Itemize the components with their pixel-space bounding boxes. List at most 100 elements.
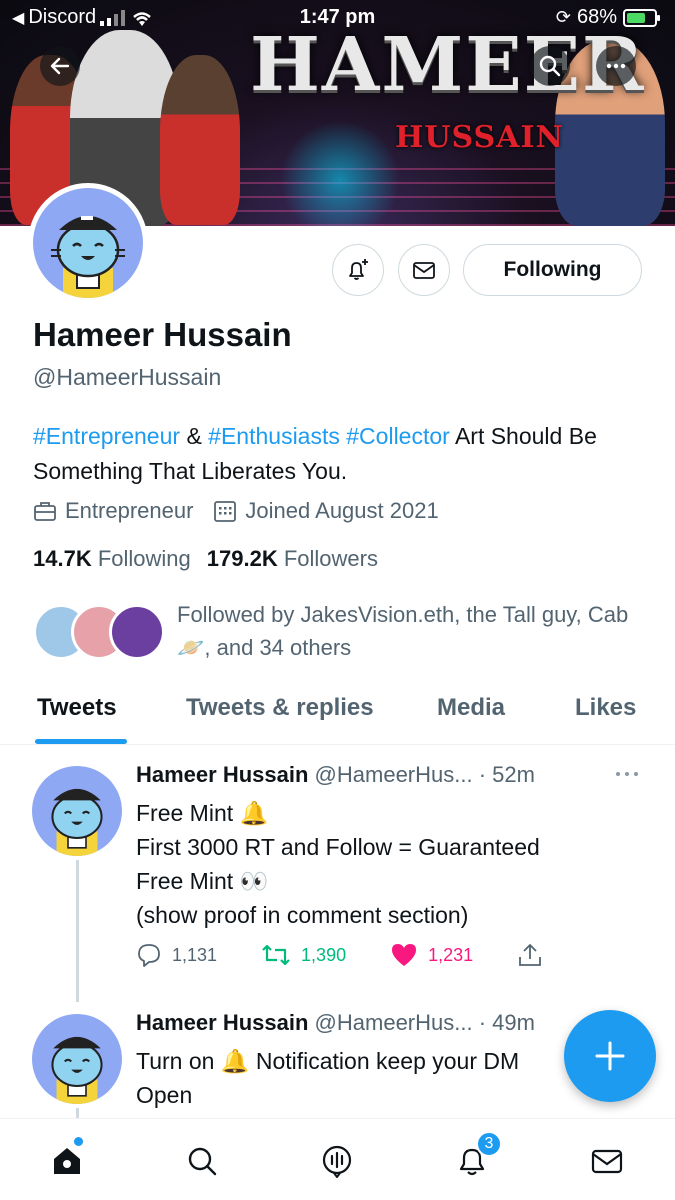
planet-emoji: 🪐 xyxy=(177,635,205,660)
more-icon xyxy=(616,772,638,776)
followed-by-suffix: , and 34 others xyxy=(204,635,352,660)
followers-count-link[interactable]: 179.2K Followers xyxy=(207,546,378,572)
tweet-line: (show proof in comment section) xyxy=(136,902,469,928)
nav-notifications[interactable]: 3 xyxy=(450,1131,502,1183)
search-button[interactable] xyxy=(530,46,570,86)
followers-label: Followers xyxy=(283,546,378,571)
briefcase-icon xyxy=(34,502,56,521)
tweet-more-button[interactable] xyxy=(614,762,640,785)
tweet-author[interactable]: Hameer Hussain xyxy=(136,1010,308,1035)
more-icon xyxy=(606,63,626,69)
following-count-link[interactable]: 14.7K Following xyxy=(33,546,191,572)
tab-media[interactable]: Media xyxy=(437,694,505,722)
like-button[interactable]: 1,231 xyxy=(390,942,473,968)
follow-counts: 14.7K Following 179.2K Followers xyxy=(33,546,378,572)
home-unread-dot xyxy=(74,1137,83,1146)
reply-count: 1,131 xyxy=(172,944,218,965)
tweet-line: Open xyxy=(136,1082,193,1108)
mail-icon xyxy=(591,1149,623,1174)
tweet-handle: @HameerHus... xyxy=(314,762,473,787)
profile-handle: @HameerHussain xyxy=(33,364,222,390)
back-arrow-icon xyxy=(50,57,70,75)
thread-line xyxy=(76,1108,79,1118)
compose-plus-icon xyxy=(595,1041,625,1071)
retweet-count: 1,390 xyxy=(301,944,347,965)
tweet-time: · 52m xyxy=(478,762,535,787)
heart-icon xyxy=(392,944,417,966)
search-icon xyxy=(539,55,561,77)
avatar[interactable] xyxy=(32,1014,122,1104)
tweet-text: Free Mint 🔔 First 3000 RT and Follow = G… xyxy=(136,796,636,932)
like-count: 1,231 xyxy=(428,944,474,965)
tweet-author[interactable]: Hameer Hussain xyxy=(136,762,308,787)
tweet-line: First 3000 RT and Follow = Guaranteed xyxy=(136,834,540,860)
bell-plus-icon xyxy=(349,259,368,280)
nav-spaces[interactable] xyxy=(315,1139,359,1183)
followed-by-prefix: Followed by JakesVision.eth, the Tall gu… xyxy=(177,602,629,627)
notifications-badge: 3 xyxy=(476,1131,502,1157)
following-label: Following xyxy=(97,546,191,571)
avatar[interactable] xyxy=(32,766,122,856)
tweet[interactable]: Hameer Hussain @HameerHus... · 52m Free … xyxy=(0,762,675,1002)
profile-bio: #Entrepreneur & #Enthusiasts #Collector … xyxy=(33,419,643,489)
profile-meta: Entrepreneur Joined August 2021 xyxy=(33,498,459,524)
profile-joined: Joined August 2021 xyxy=(245,498,439,523)
bio-amp: & xyxy=(186,423,202,449)
followed-by-text: Followed by JakesVision.eth, the Tall gu… xyxy=(177,598,647,664)
hashtag-link[interactable]: #Enthusiasts xyxy=(208,423,340,449)
tweet-line: Turn on 🔔 Notification keep your DM xyxy=(136,1048,520,1074)
cat-avatar-icon xyxy=(51,788,103,856)
orientation-lock-icon: ⟳ xyxy=(555,7,571,27)
banner-glow xyxy=(280,120,400,226)
back-button[interactable] xyxy=(40,46,80,86)
nav-messages[interactable] xyxy=(585,1139,629,1183)
status-bar: ◀ Discord 1:47 pm ⟳ 68% xyxy=(0,0,675,36)
search-icon xyxy=(188,1147,217,1176)
tweet-line: Free Mint 👀 xyxy=(136,868,269,894)
calendar-icon xyxy=(214,501,237,522)
battery-fill xyxy=(627,12,645,23)
following-button[interactable]: Following xyxy=(463,244,642,296)
share-button[interactable] xyxy=(517,942,543,968)
nav-home[interactable] xyxy=(45,1137,89,1183)
tab-likes[interactable]: Likes xyxy=(575,694,636,722)
tweet-actions: 1,131 1,390 1,231 xyxy=(136,942,587,968)
hashtag-link[interactable]: #Entrepreneur xyxy=(33,423,180,449)
tab-tweets-replies[interactable]: Tweets & replies xyxy=(186,694,374,722)
tweet-text: Turn on 🔔 Notification keep your DM Open xyxy=(136,1044,636,1112)
following-count: 14.7K xyxy=(33,546,92,571)
hashtag-link[interactable]: #Collector xyxy=(346,423,450,449)
message-button[interactable] xyxy=(398,244,450,296)
home-icon xyxy=(54,1148,80,1174)
profile-avatar[interactable] xyxy=(28,183,148,303)
nav-search[interactable] xyxy=(180,1139,224,1183)
battery-icon xyxy=(623,8,660,27)
thread-line xyxy=(76,860,79,1002)
tweet-header: Hameer Hussain @HameerHus... · 52m xyxy=(136,762,535,788)
tweet-line: Free Mint 🔔 xyxy=(136,800,269,826)
followers-count: 179.2K xyxy=(206,546,278,571)
reply-button[interactable]: 1,131 xyxy=(136,942,217,968)
tweet-time: · 49m xyxy=(478,1010,535,1035)
spaces-icon xyxy=(322,1145,352,1178)
mail-icon xyxy=(413,262,435,279)
battery-percent: 68% xyxy=(576,6,617,28)
cat-avatar-icon xyxy=(51,216,125,298)
retweet-button[interactable]: 1,390 xyxy=(261,943,346,967)
banner-subtitle: HUSSAIN xyxy=(395,120,564,155)
cat-avatar-icon xyxy=(51,1036,103,1104)
compose-tweet-button[interactable] xyxy=(564,1010,656,1102)
banner-character-cyborg xyxy=(160,55,240,225)
followed-by-avatars xyxy=(33,604,165,660)
share-icon xyxy=(519,944,542,966)
tweet-handle: @HameerHus... xyxy=(314,1010,473,1035)
active-tab-indicator xyxy=(35,739,127,744)
profile-tabs: Tweets Tweets & replies Media Likes xyxy=(0,688,675,745)
tweet-header: Hameer Hussain @HameerHus... · 49m xyxy=(136,1010,535,1036)
more-button[interactable] xyxy=(596,46,636,86)
profile-name: Hameer Hussain xyxy=(33,316,292,353)
retweet-icon xyxy=(262,944,290,966)
tab-tweets[interactable]: Tweets xyxy=(37,694,117,722)
bottom-nav: 3 xyxy=(0,1118,675,1200)
notifications-toggle-button[interactable] xyxy=(332,244,384,296)
